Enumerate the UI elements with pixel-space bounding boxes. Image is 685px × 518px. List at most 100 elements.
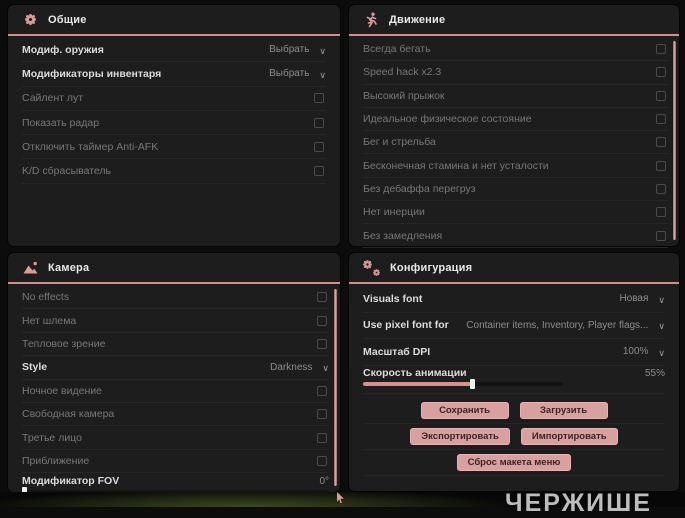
panel-general-rows: Модиф. оружия Выбрать Модификаторы инвента… <box>8 36 340 184</box>
config-button[interactable]: Сохранить <box>420 401 509 419</box>
panel-config-rows: Visuals font Новая Use pixel font for Conta… <box>349 284 679 394</box>
panel-general: Общие Модиф. оружияВыбратьМодификаторы и… <box>8 5 340 246</box>
setting-row: Speed hack x2.3 <box>363 61 668 85</box>
setting-label: Высокий прыжок <box>363 89 445 102</box>
setting-row: Высокий прыжок <box>363 85 668 108</box>
dropdown-value: Выбрать <box>269 68 310 80</box>
gears-icon <box>363 260 380 276</box>
checkbox[interactable] <box>656 67 666 78</box>
checkbox[interactable] <box>314 141 324 152</box>
checkbox[interactable] <box>656 44 666 55</box>
setting-row: Ночное видение <box>22 380 329 403</box>
setting-label: No effects <box>22 291 70 304</box>
panel-camera-rows: No effects Нет шлема Тепловое зрение Style D… <box>8 284 340 498</box>
panel-movement: Движение Всегда бегать Speed hack x2.3 Выс… <box>349 5 679 248</box>
panel-movement-header: Движение <box>349 5 679 36</box>
checkbox[interactable] <box>656 137 666 148</box>
checkbox[interactable] <box>656 114 666 125</box>
dropdown[interactable]: Darkness <box>270 358 329 376</box>
setting-label: Идеальное физическое состояние <box>363 113 532 126</box>
setting-row: Модиф. оружия Выбрать <box>22 38 326 63</box>
scrollbar[interactable] <box>334 289 337 486</box>
setting-row: Бесконечная стамина и нет усталости <box>363 154 668 178</box>
setting-label: Третье лицо <box>22 431 82 444</box>
dropdown-value: Выбрать <box>269 44 310 56</box>
setting-row: Свободная камера <box>22 403 329 427</box>
slider-fill <box>363 381 473 386</box>
setting-label: Всегда бегать <box>363 43 431 56</box>
setting-label: Сайлент лут <box>22 92 84 105</box>
setting-label: Приближение <box>22 454 90 467</box>
config-button[interactable]: Экспортировать <box>410 427 510 445</box>
setting-row: Всегда бегать <box>363 38 668 62</box>
button-row: Сброс макета меню <box>363 450 665 476</box>
checkbox[interactable] <box>317 455 327 466</box>
dropdown-value: Container items, Inventory, Player flags… <box>466 319 649 331</box>
setting-row: Идеальное физическое состояние <box>363 108 668 132</box>
checkbox[interactable] <box>656 90 666 101</box>
checkbox[interactable] <box>314 93 324 104</box>
setting-label: Без дебаффа перегруз <box>363 182 476 195</box>
chevron-down-icon <box>319 65 326 83</box>
slider-handle[interactable] <box>470 378 475 389</box>
checkbox[interactable] <box>314 117 324 128</box>
config-button[interactable]: Импортировать <box>520 427 618 445</box>
setting-label: Style <box>22 361 48 374</box>
dropdown[interactable]: Новая <box>619 290 665 308</box>
mod-menu-app: { "colors": { "accent": "#d89c9c", "pane… <box>0 0 685 517</box>
panel-camera: Камера No effects Нет шлема Тепловое зрени… <box>8 253 340 498</box>
setting-label: Отключить таймер Anti-AFK <box>22 140 159 153</box>
config-button[interactable]: Загрузить <box>519 401 608 419</box>
panel-movement-rows: Всегда бегать Speed hack x2.3 Высокий прыж… <box>349 36 679 248</box>
dropdown[interactable]: Выбрать <box>269 41 326 59</box>
setting-row: Показать радар <box>22 111 326 136</box>
checkbox[interactable] <box>317 292 327 303</box>
setting-label: Visuals font <box>363 292 423 305</box>
slider-value: 55% <box>644 367 665 379</box>
checkbox[interactable] <box>656 160 666 171</box>
setting-row: Скорость анимации 55% <box>363 366 665 381</box>
checkbox[interactable] <box>317 432 327 443</box>
checkbox[interactable] <box>656 207 666 218</box>
panel-title: Движение <box>389 13 446 26</box>
button-row: Экспортировать Импортировать <box>363 424 665 450</box>
panel-title: Конфигурация <box>390 261 473 274</box>
image-icon <box>22 260 38 276</box>
setting-row: Сайлент лут <box>22 87 326 111</box>
setting-label: Модификаторы инвентаря <box>22 67 162 80</box>
dropdown[interactable]: 100% <box>623 343 665 361</box>
panel-config: Конфигурация Visuals font Новая Use pixel … <box>349 253 679 491</box>
setting-row: Тепловое зрение <box>22 333 329 357</box>
setting-row: Без дебаффа перегруз <box>363 178 668 202</box>
setting-label: Модиф. оружия <box>22 43 104 56</box>
setting-label: K/D сбрасыватель <box>22 165 112 178</box>
runner-icon <box>363 12 379 28</box>
dropdown-value: Новая <box>619 293 649 305</box>
checkbox[interactable] <box>656 183 666 194</box>
setting-row: Приближение <box>22 450 329 474</box>
config-button[interactable]: Сброс макета меню <box>456 453 572 471</box>
setting-row: Масштаб DPI 100% <box>363 339 665 366</box>
dropdown-value: 100% <box>622 346 649 358</box>
slider-wrap <box>363 378 665 394</box>
checkbox[interactable] <box>317 409 327 420</box>
dropdown[interactable]: Выбрать <box>269 65 326 83</box>
setting-label: Ночное видение <box>22 384 102 397</box>
panel-title: Камера <box>48 261 90 274</box>
setting-label: Показать радар <box>22 116 100 129</box>
setting-row: Нет шлема <box>22 309 329 333</box>
setting-row: Модификатор FOV 0° <box>22 473 329 489</box>
slider[interactable] <box>363 378 563 389</box>
checkbox[interactable] <box>317 315 327 326</box>
watermark-text: ЧЕРЖИШЕ <box>505 489 652 517</box>
checkbox[interactable] <box>656 230 666 241</box>
checkbox[interactable] <box>314 166 324 177</box>
checkbox[interactable] <box>317 385 327 396</box>
config-buttons: Сохранить Загрузить Экспортировать Импортир… <box>349 398 679 476</box>
dropdown[interactable]: Container items, Inventory, Player flags… <box>466 316 665 334</box>
scrollbar[interactable] <box>673 41 676 240</box>
checkbox[interactable] <box>317 338 327 349</box>
setting-label: Без замедления <box>363 229 443 242</box>
panel-camera-header: Камера <box>8 253 340 284</box>
setting-row: Отключить таймер Anti-AFK <box>22 135 326 160</box>
